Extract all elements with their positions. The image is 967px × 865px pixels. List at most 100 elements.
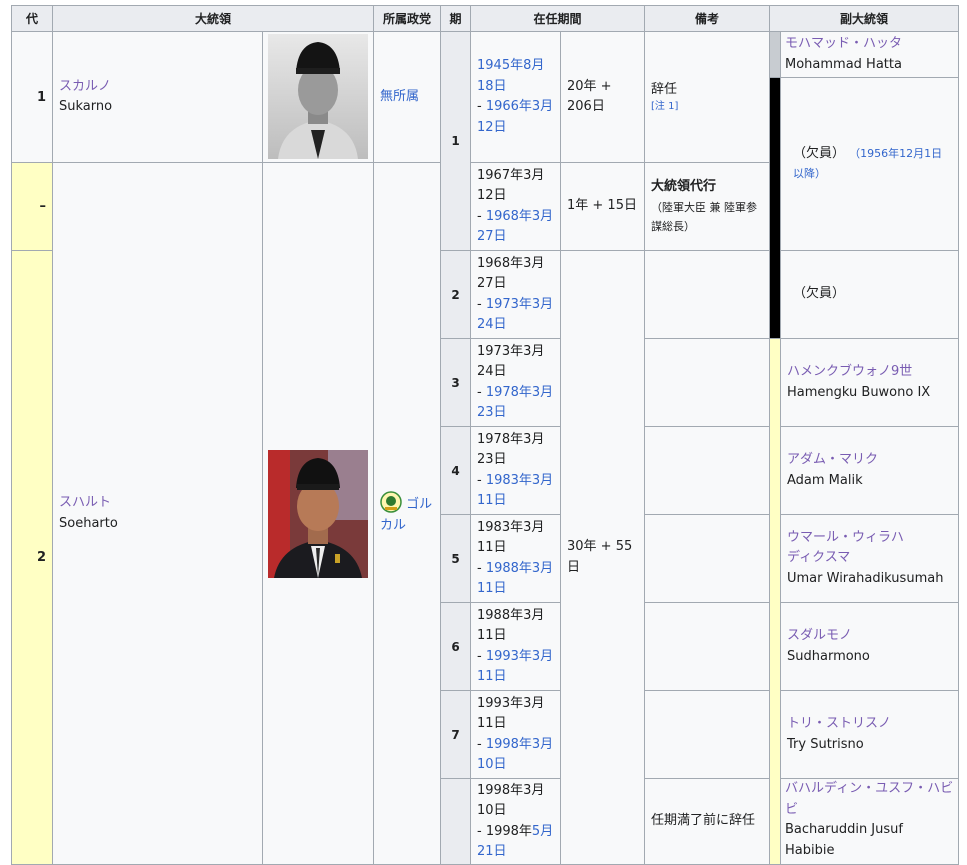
vice-president-link[interactable]: バハルディン・ユスフ・ハビビ [785,781,953,817]
golkar-logo-icon [380,491,402,513]
start-date-link[interactable]: 1945年8月18日 [477,58,544,94]
notes-cell [645,515,770,603]
president-name-link[interactable]: スカルノ [59,77,256,98]
start-date: 1988年3月11日 [477,607,545,644]
ki-cell: 2 [441,251,471,339]
date-separator: - [477,648,486,664]
photo-cell [263,32,374,163]
vice-president-link[interactable]: ハメンクブウォノ9世 [787,362,952,383]
ki-number: 5 [451,551,460,566]
start-date: 1968年3月27日 [477,255,545,292]
president-name-link[interactable]: スハルト [59,493,256,514]
ki-cell: 5 [441,515,471,603]
ki-cell: 6 [441,603,471,691]
dai-cell: – [11,163,53,251]
dai-cell: 2 [11,251,53,865]
header-notes: 備考 [645,5,770,32]
term-dates-cell: 1973年3月24日 - 1978年3月23日 [471,339,561,427]
vice-president-link[interactable]: モハマッド・ハッタ [785,36,902,51]
start-date: 1978年3月23日 [477,431,545,468]
party-link[interactable]: 無所属 [380,87,434,108]
start-date: 1973年3月24日 [477,343,545,380]
date-separator: - 1998年 [477,823,532,839]
note-reference-link[interactable]: [注 1] [651,100,763,114]
note-title: 大統領代行 [651,179,717,195]
duration-text: 30年 + 55日 [567,539,633,575]
end-date-link[interactable]: 1966年3月12日 [477,99,553,135]
end-date-link[interactable]: 1983年3月11日 [477,473,553,509]
header-president: 大統領 [53,5,374,32]
vacant-label: （欠員） [793,146,846,161]
vice-president-link[interactable]: アダム・マリク [787,450,952,471]
end-date-link[interactable]: 1978年3月23日 [477,385,553,421]
ki-cell: 7 [441,691,471,779]
header-party: 所属政党 [374,5,441,32]
notes-cell [645,427,770,515]
date-separator: - [477,472,486,488]
end-date-link[interactable]: 1968年3月27日 [477,209,553,245]
vice-president-name-en: Hamengku Buwono IX [787,384,931,400]
president-name-cell: スカルノ Sukarno [53,32,263,163]
end-date-link[interactable]: 1993年3月11日 [477,649,553,685]
end-date-link[interactable]: 1998年3月10日 [477,737,553,773]
notes-cell [645,339,770,427]
dai-number: 2 [36,550,46,565]
header-dai: 代 [11,5,53,32]
duration-cell: 1年 + 15日 [561,163,645,251]
dai-number: 1 [36,89,46,105]
term-dates-cell: 1968年3月27日 - 1973年3月24日 [471,251,561,339]
term-dates-cell: 1978年3月23日 - 1983年3月11日 [471,427,561,515]
duration-text: 1年 + 15日 [567,198,637,214]
president-name-en: Sukarno [59,99,113,114]
duration-cell: 30年 + 55日 [561,251,645,865]
vice-president-cell: トリ・ストリスノ Try Sutrisno [781,691,959,779]
vice-president-cell: モハマッド・ハッタ Mohammad Hatta [781,32,959,78]
ki-number: 3 [451,375,460,390]
date-separator: - [477,736,486,752]
ki-number: 6 [451,639,460,654]
duration-text: 20年 + 206日 [567,78,612,115]
start-date: 1983年3月11日 [477,519,545,556]
dai-cell: 1 [11,32,53,163]
date-separator: - [477,560,486,576]
term-dates-cell: 1945年8月18日 - 1966年3月12日 [471,32,561,163]
vice-president-name-en: Mohammad Hatta [785,57,902,72]
note-text: 任期満了前に辞任 [651,813,756,829]
notes-cell [645,691,770,779]
start-date: 1967年3月12日 [477,167,545,204]
party-cell: 無所属 [374,32,441,163]
president-name-en: Soeharto [59,515,118,531]
vice-president-link[interactable]: スダルモノ [787,626,952,647]
party-color-stripe [770,32,781,78]
term-dates-cell: 1967年3月12日 - 1968年3月27日 [471,163,561,251]
ki-number: 2 [451,287,460,302]
vice-president-link[interactable]: ウマール・ウィラハディクスマ [787,528,912,569]
sukarno-portrait-image[interactable] [268,34,368,159]
vice-president-cell: バハルディン・ユスフ・ハビビ Bacharuddin Jusuf Habibie [781,779,959,865]
vice-president-cell: スダルモノ Sudharmono [781,603,959,691]
term-dates-cell: 1983年3月11日 - 1988年3月11日 [471,515,561,603]
notes-cell: 大統領代行 （陸軍大臣 兼 陸軍参謀総長） [645,163,770,251]
ki-number: 4 [451,463,460,478]
end-date-link[interactable]: 1973年3月24日 [477,297,553,333]
date-separator: - [477,99,486,114]
president-name-cell: スハルト Soeharto [53,163,263,865]
term-dates-cell: 1998年3月10日 - 1998年5月21日 [471,779,561,865]
note-text: 辞任 [651,81,678,97]
duration-cell: 20年 + 206日 [561,32,645,163]
vice-president-link[interactable]: トリ・ストリスノ [787,714,952,735]
date-separator: - [477,296,486,312]
notes-cell: 任期満了前に辞任 [645,779,770,865]
date-separator: - [477,208,486,224]
date-separator: - [477,384,486,400]
ki-cell: 1 [441,32,471,251]
vice-president-name-en: Adam Malik [787,472,863,488]
ki-cell: 4 [441,427,471,515]
end-date-link[interactable]: 1988年3月11日 [477,561,553,597]
header-ki: 期 [441,5,471,32]
ki-cell [441,779,471,865]
term-dates-cell: 1993年3月11日 - 1998年3月10日 [471,691,561,779]
soeharto-portrait-image[interactable] [268,450,368,578]
dai-number: – [39,199,47,214]
vacant-label: （欠員） [793,286,846,302]
